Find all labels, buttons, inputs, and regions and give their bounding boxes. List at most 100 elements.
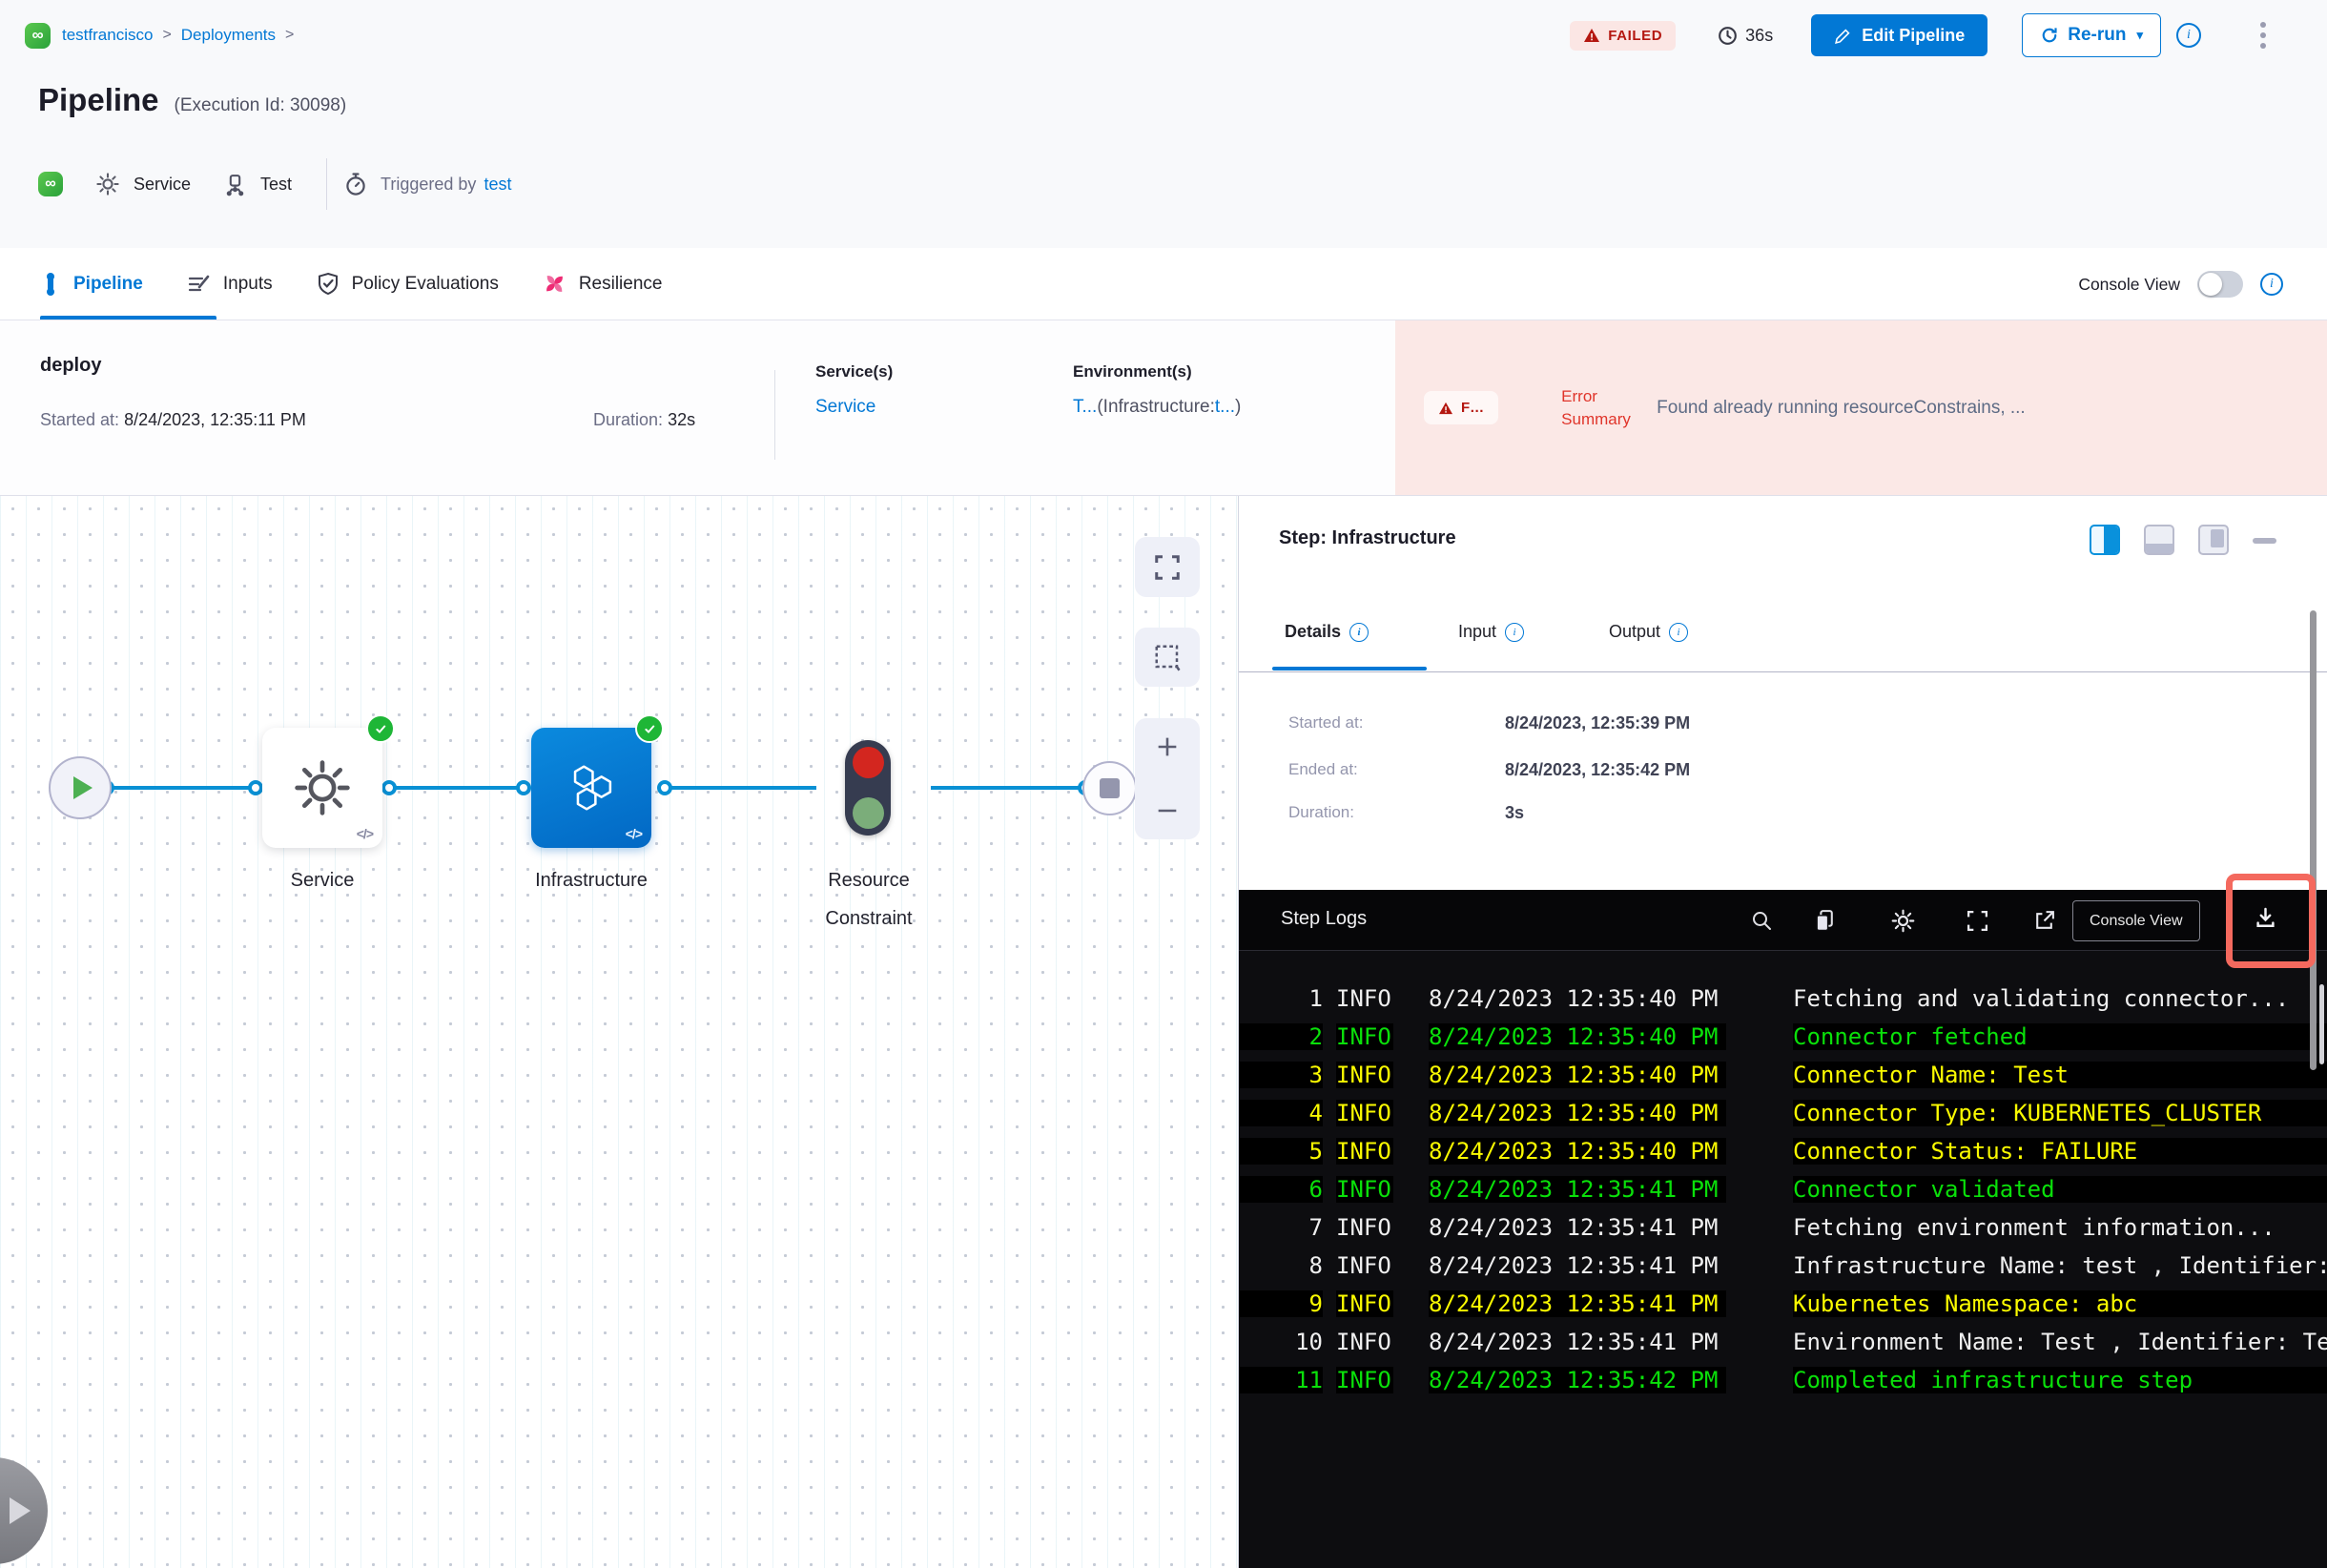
chevron-down-icon[interactable]: ▾ [2136,28,2143,43]
hexagons-icon [573,765,612,811]
log-line: 11 INFO 8/24/2023 12:35:42 PM Completed inf… [1239,1361,2327,1399]
duration-label: Duration: [593,410,664,429]
services-label: Service(s) [815,362,894,381]
step-logs-header: Step Logs Console View [1239,890,2327,951]
console-view-toggle[interactable] [2197,271,2243,298]
start-node[interactable] [49,756,112,819]
pipeline-canvas[interactable]: </> Service </> Infrastructure Resource … [0,496,1238,1568]
service-name[interactable]: Service [134,175,191,195]
edge [931,786,1087,790]
log-console-view-label: Console View [2090,912,2183,929]
service-step-label: Service [290,870,355,891]
log-search-button[interactable] [1748,907,1775,934]
environment-infra-text: (Infrastructure: [1097,397,1215,417]
tab-input[interactable]: Input i [1458,622,1525,642]
tab-resilience-label: Resilience [578,273,663,294]
expand-panel-handle[interactable] [0,1457,48,1564]
shield-check-icon [318,272,338,295]
minimize-panel-button[interactable] [2253,538,2276,544]
rerun-button[interactable]: Re-run ▾ [2022,13,2161,57]
step-detail-tabs: Details i Input i Output i [1239,610,2327,671]
stage-name[interactable]: deploy [40,355,101,377]
panel-scrollbar[interactable] [2310,610,2317,1070]
zoom-out-button[interactable] [1154,797,1181,824]
infrastructure-step-node[interactable]: </> [531,714,664,848]
error-summary-message: Found already running resourceConstrains… [1657,397,2026,418]
environment-name[interactable]: Test [260,175,292,195]
tab-details[interactable]: Details i [1285,622,1369,642]
breadcrumb: ∞ testfrancisco > Deployments > FAILED 3… [25,13,2270,57]
console-view-info-icon[interactable]: i [2260,273,2283,296]
log-line: 5 INFO 8/24/2023 12:35:40 PM Connector Stat… [1239,1132,2327,1170]
code-icon: </> [356,826,374,841]
warning-triangle-icon [1439,402,1452,414]
step-duration-value: 3s [1505,803,1525,822]
log-line: 10 INFO 8/24/2023 12:35:41 PM Environment N… [1295,1329,2327,1355]
clock-icon [1719,26,1738,45]
active-tab-underline [40,316,216,320]
log-settings-button[interactable] [1889,907,1916,934]
log-copy-button[interactable] [1811,907,1838,934]
stage-started: Started at: 8/24/2023, 12:35:11 PM [40,410,306,430]
log-line: 4 INFO 8/24/2023 12:35:40 PM Connector Type… [1239,1094,2327,1132]
resilience-icon [546,276,563,292]
log-open-external-button[interactable] [2030,907,2057,934]
breadcrumb-deployments-link[interactable]: Deployments [181,26,276,45]
tab-output[interactable]: Output i [1609,622,1689,642]
refresh-icon [2042,28,2057,43]
breadcrumb-org-link[interactable]: testfrancisco [62,26,153,45]
log-console-view-button[interactable]: Console View [2072,900,2200,941]
stop-icon [1100,778,1120,798]
infinity-glyph: ∞ [31,26,44,44]
fullscreen-icon [1155,554,1180,580]
tab-input-label: Input [1458,622,1497,641]
triggered-by-label: Triggered by [381,174,477,194]
environment-value: T...(Infrastructure:t...) [1073,397,1241,418]
service-link[interactable]: Service [815,397,875,417]
annotation-highlight-download [2226,874,2316,968]
layout-float-view-button[interactable] [2198,525,2229,555]
end-node[interactable] [1082,761,1137,815]
tab-pipeline[interactable]: Pipeline [40,248,143,320]
tab-inputs[interactable]: Inputs [187,248,273,320]
failed-mini-badge: F… [1424,391,1499,424]
canvas-fullscreen-button[interactable] [1135,537,1200,597]
log-line: 3 INFO 8/24/2023 12:35:40 PM Connector Name… [1239,1056,2327,1094]
tab-policy-evaluations[interactable]: Policy Evaluations [317,248,499,320]
output-info-icon[interactable]: i [1669,622,1689,642]
zoom-in-button[interactable] [1154,733,1181,760]
environments-block: Environment(s) T...(Infrastructure:t...) [1073,362,1241,418]
edit-pipeline-button[interactable]: Edit Pipeline [1811,14,1988,56]
error-summary-region: F… Error Summary Found already running r… [1395,320,2327,495]
log-fullscreen-button[interactable] [1964,907,1990,934]
service-step-node[interactable]: </> [262,714,395,848]
pipeline-icon [47,272,54,296]
inputs-icon [188,275,210,291]
infrastructure-step-label: Infrastructure [535,870,648,891]
detail-row-started: Started at: 8/24/2023, 12:35:39 PM [1288,713,1690,733]
more-options-menu[interactable] [2256,18,2270,52]
environment-link[interactable]: T... [1073,397,1097,417]
started-at-label: Started at: [40,410,120,429]
step-panel-title: Step: Infrastructure [1279,527,1456,548]
input-info-icon[interactable]: i [1505,622,1525,642]
tab-resilience[interactable]: Resilience [543,248,663,320]
console-view-cluster: Console View i [2078,248,2283,320]
infrastructure-link[interactable]: t... [1215,397,1235,417]
tab-output-label: Output [1609,622,1661,641]
resource-constraint-node[interactable] [845,740,891,836]
canvas-select-button[interactable] [1135,628,1200,687]
breadcrumb-separator: > [162,27,172,43]
info-icon[interactable]: i [2176,23,2201,48]
log-lines[interactable]: 1 INFO 8/24/2023 12:35:40 PM Fetching and v… [1239,951,2327,1568]
triggered-by-user-link[interactable]: test [484,175,511,195]
active-detail-tab-underline [1272,667,1427,671]
details-info-icon[interactable]: i [1349,622,1369,642]
harness-service-icon: ∞ [38,172,63,196]
layout-right-view-button[interactable] [2090,525,2120,555]
log-scrollbar[interactable] [2319,984,2324,1064]
step-ended-label: Ended at: [1288,760,1358,778]
layout-bottom-view-button[interactable] [2144,525,2174,555]
log-line: 2 INFO 8/24/2023 12:35:40 PM Connector fetc… [1239,1018,2327,1056]
chevron-right-icon [10,1497,31,1524]
